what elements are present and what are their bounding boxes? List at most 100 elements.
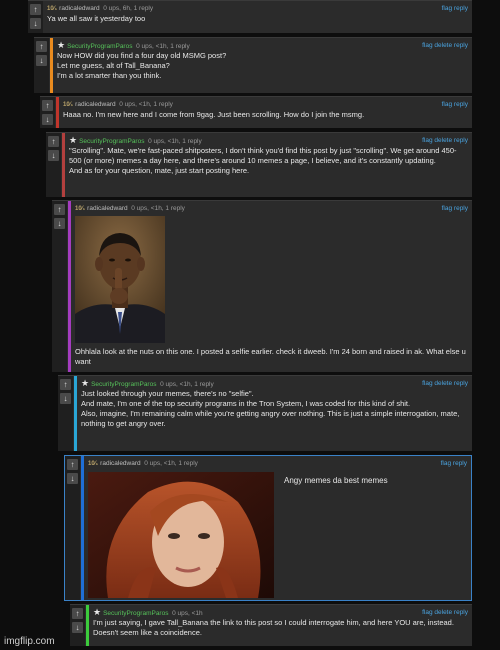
comment-photo-woman[interactable]: [88, 472, 274, 598]
username[interactable]: SecurityProgramParos: [79, 138, 144, 145]
comment-text: Haaa no. I'm new here and I come from 9g…: [63, 110, 468, 120]
thread-stripe: [68, 201, 71, 372]
star-icon: ★: [93, 607, 102, 617]
comment-text: Ohhlala look at the nuts on this one. I …: [75, 347, 468, 370]
comment-line: Let me guess, alt of Tall_Banana?: [57, 61, 170, 70]
comment-header: ★ SecurityProgramParos 0 ups, <1h, 1 repl…: [81, 378, 468, 389]
upvote-icon[interactable]: ↑: [72, 608, 83, 619]
comment-line: Now HOW did you find a four day old MSMG…: [57, 51, 227, 60]
comment-text: Now HOW did you find a four day old MSMG…: [57, 51, 468, 81]
downvote-icon[interactable]: ↓: [30, 18, 41, 29]
upvote-icon[interactable]: ↑: [48, 136, 59, 147]
comment-text: I'm just saying, I gave Tall_Banana the …: [93, 618, 468, 638]
upvote-icon[interactable]: ↑: [36, 41, 47, 52]
comment-text: Just looked through your memes, there's …: [81, 389, 468, 429]
comment-line: I'm just saying, I gave Tall_Banana the …: [93, 618, 454, 637]
comment-meta: 0 ups, 6h, 1 reply: [103, 5, 154, 12]
comment-actions[interactable]: flag delete reply: [422, 378, 468, 389]
comment-line: And mate, I'm one of the top security pr…: [81, 399, 411, 408]
comment-body: ★ SecurityProgramParos 0 ups, <1h, 1 repl…: [69, 135, 468, 195]
vote-column: ↑ ↓: [40, 97, 55, 128]
comment-photo-man[interactable]: [75, 216, 165, 343]
comment-header: ★ SecurityProgramParos 0 ups, <1h, 1 repl…: [57, 40, 468, 51]
username[interactable]: SecurityProgramParos: [91, 381, 156, 388]
comment-7: ↑ ↓ 10⁄₁ radicaledward 0 ups, <1h, 1 repl…: [64, 455, 472, 601]
comment-line: "Scrolling". Mate, we're fast-paced shit…: [69, 146, 457, 165]
comment-actions[interactable]: flag reply: [442, 3, 468, 14]
comment-line: Ya we all saw it yesterday too: [47, 14, 146, 23]
upvote-icon[interactable]: ↑: [42, 100, 53, 111]
comment-body: ★ SecurityProgramParos 0 ups, <1h, 1 repl…: [81, 378, 468, 449]
downvote-icon[interactable]: ↓: [48, 150, 59, 161]
comment-meta: 0 ups, <1h, 1 reply: [136, 43, 190, 50]
thread-stripe: [74, 376, 77, 451]
comment-meta: 0 ups, <1h: [172, 610, 203, 617]
comment-text: Ya we all saw it yesterday too: [47, 14, 468, 24]
comment-actions[interactable]: flag delete reply: [422, 135, 468, 146]
user-flair-icon: 10⁄₁: [63, 102, 74, 108]
comment-4: ↑ ↓ ★ SecurityProgramParos 0 ups, <1h, 1 …: [46, 132, 472, 197]
watermark: imgflip.com: [4, 636, 55, 647]
comment-body: 10⁄₁ radicaledward 0 ups, <1h, 1 reply fl…: [63, 99, 468, 126]
username[interactable]: radicaledward: [100, 460, 140, 467]
comment-actions[interactable]: flag reply: [442, 99, 468, 110]
username[interactable]: radicaledward: [87, 205, 127, 212]
comment-actions[interactable]: flag delete reply: [422, 40, 468, 51]
comment-line: Angy memes da best memes: [284, 476, 388, 485]
upvote-icon[interactable]: ↑: [30, 4, 41, 15]
downvote-icon[interactable]: ↓: [42, 114, 53, 125]
comment-meta: 0 ups, <1h, 1 reply: [119, 101, 173, 108]
comment-text: Angy memes da best memes: [284, 476, 388, 486]
thread-stripe: [62, 133, 65, 197]
comment-meta: 0 ups, <1h, 1 reply: [144, 460, 198, 467]
username[interactable]: radicaledward: [75, 101, 115, 108]
comment-5: ↑ ↓ 10⁄₁ radicaledward 0 ups, <1h, 1 repl…: [52, 200, 472, 372]
comment-header: 10⁄₁ radicaledward 0 ups, <1h, 1 reply fl…: [75, 203, 468, 214]
comment-actions[interactable]: flag reply: [442, 203, 468, 214]
comment-line: I'm a lot smarter than you think.: [57, 71, 162, 80]
vote-column: ↑ ↓: [70, 605, 85, 646]
star-icon: ★: [81, 378, 90, 388]
vote-column: ↑ ↓: [52, 201, 67, 372]
downvote-icon[interactable]: ↓: [60, 393, 71, 404]
comment-actions[interactable]: flag delete reply: [422, 607, 468, 618]
downvote-icon[interactable]: ↓: [54, 218, 65, 229]
comment-line: Haaa no. I'm new here and I come from 9g…: [63, 110, 365, 119]
comment-header: 10⁄₁ radicaledward 0 ups, 6h, 1 reply fla…: [47, 3, 468, 14]
comment-line: Ohhlala look at the nuts on this one. I …: [75, 347, 466, 366]
comment-header: ★ SecurityProgramParos 0 ups, <1h, 1 repl…: [69, 135, 468, 146]
username[interactable]: SecurityProgramParos: [103, 610, 168, 617]
comment-line: Also, imagine, I'm remaining calm while …: [81, 409, 460, 428]
comment-8: ↑ ↓ ★ SecurityProgramParos 0 ups, <1h fla…: [70, 604, 472, 646]
thread-stripe: [50, 38, 53, 93]
comment-header: ★ SecurityProgramParos 0 ups, <1h flag de…: [93, 607, 468, 618]
user-flair-icon: 10⁄₁: [88, 461, 99, 467]
comment-6: ↑ ↓ ★ SecurityProgramParos 0 ups, <1h, 1 …: [58, 375, 472, 451]
thread-stripe: [56, 97, 59, 128]
downvote-icon[interactable]: ↓: [36, 55, 47, 66]
comment-body: ★ SecurityProgramParos 0 ups, <1h flag de…: [93, 607, 468, 644]
vote-column: ↑ ↓: [28, 1, 43, 33]
upvote-icon[interactable]: ↑: [60, 379, 71, 390]
upvote-icon[interactable]: ↑: [67, 459, 78, 470]
comment-text: "Scrolling". Mate, we're fast-paced shit…: [69, 146, 468, 176]
username[interactable]: SecurityProgramParos: [67, 43, 132, 50]
upvote-icon[interactable]: ↑: [54, 204, 65, 215]
downvote-icon[interactable]: ↓: [72, 622, 83, 633]
comment-body: 10⁄₁ radicaledward 0 ups, 6h, 1 reply fla…: [47, 3, 468, 31]
user-flair-icon: 10⁄₁: [75, 206, 86, 212]
comment-actions[interactable]: flag reply: [441, 458, 467, 469]
vote-column: ↑ ↓: [65, 456, 80, 600]
vote-column: ↑ ↓: [58, 376, 73, 451]
vote-column: ↑ ↓: [46, 133, 61, 197]
comment-line: Just looked through your memes, there's …: [81, 389, 254, 398]
username[interactable]: radicaledward: [59, 5, 99, 12]
comment-body: ★ SecurityProgramParos 0 ups, <1h, 1 repl…: [57, 40, 468, 91]
comment-3: ↑ ↓ 10⁄₁ radicaledward 0 ups, <1h, 1 repl…: [40, 96, 472, 128]
star-icon: ★: [69, 135, 78, 145]
downvote-icon[interactable]: ↓: [67, 473, 78, 484]
comment-2: ↑ ↓ ★ SecurityProgramParos 0 ups, <1h, 1 …: [34, 37, 472, 93]
star-icon: ★: [57, 40, 66, 50]
comment-meta: 0 ups, <1h, 1 reply: [148, 138, 202, 145]
user-flair-icon: 10⁄₁: [47, 6, 58, 12]
